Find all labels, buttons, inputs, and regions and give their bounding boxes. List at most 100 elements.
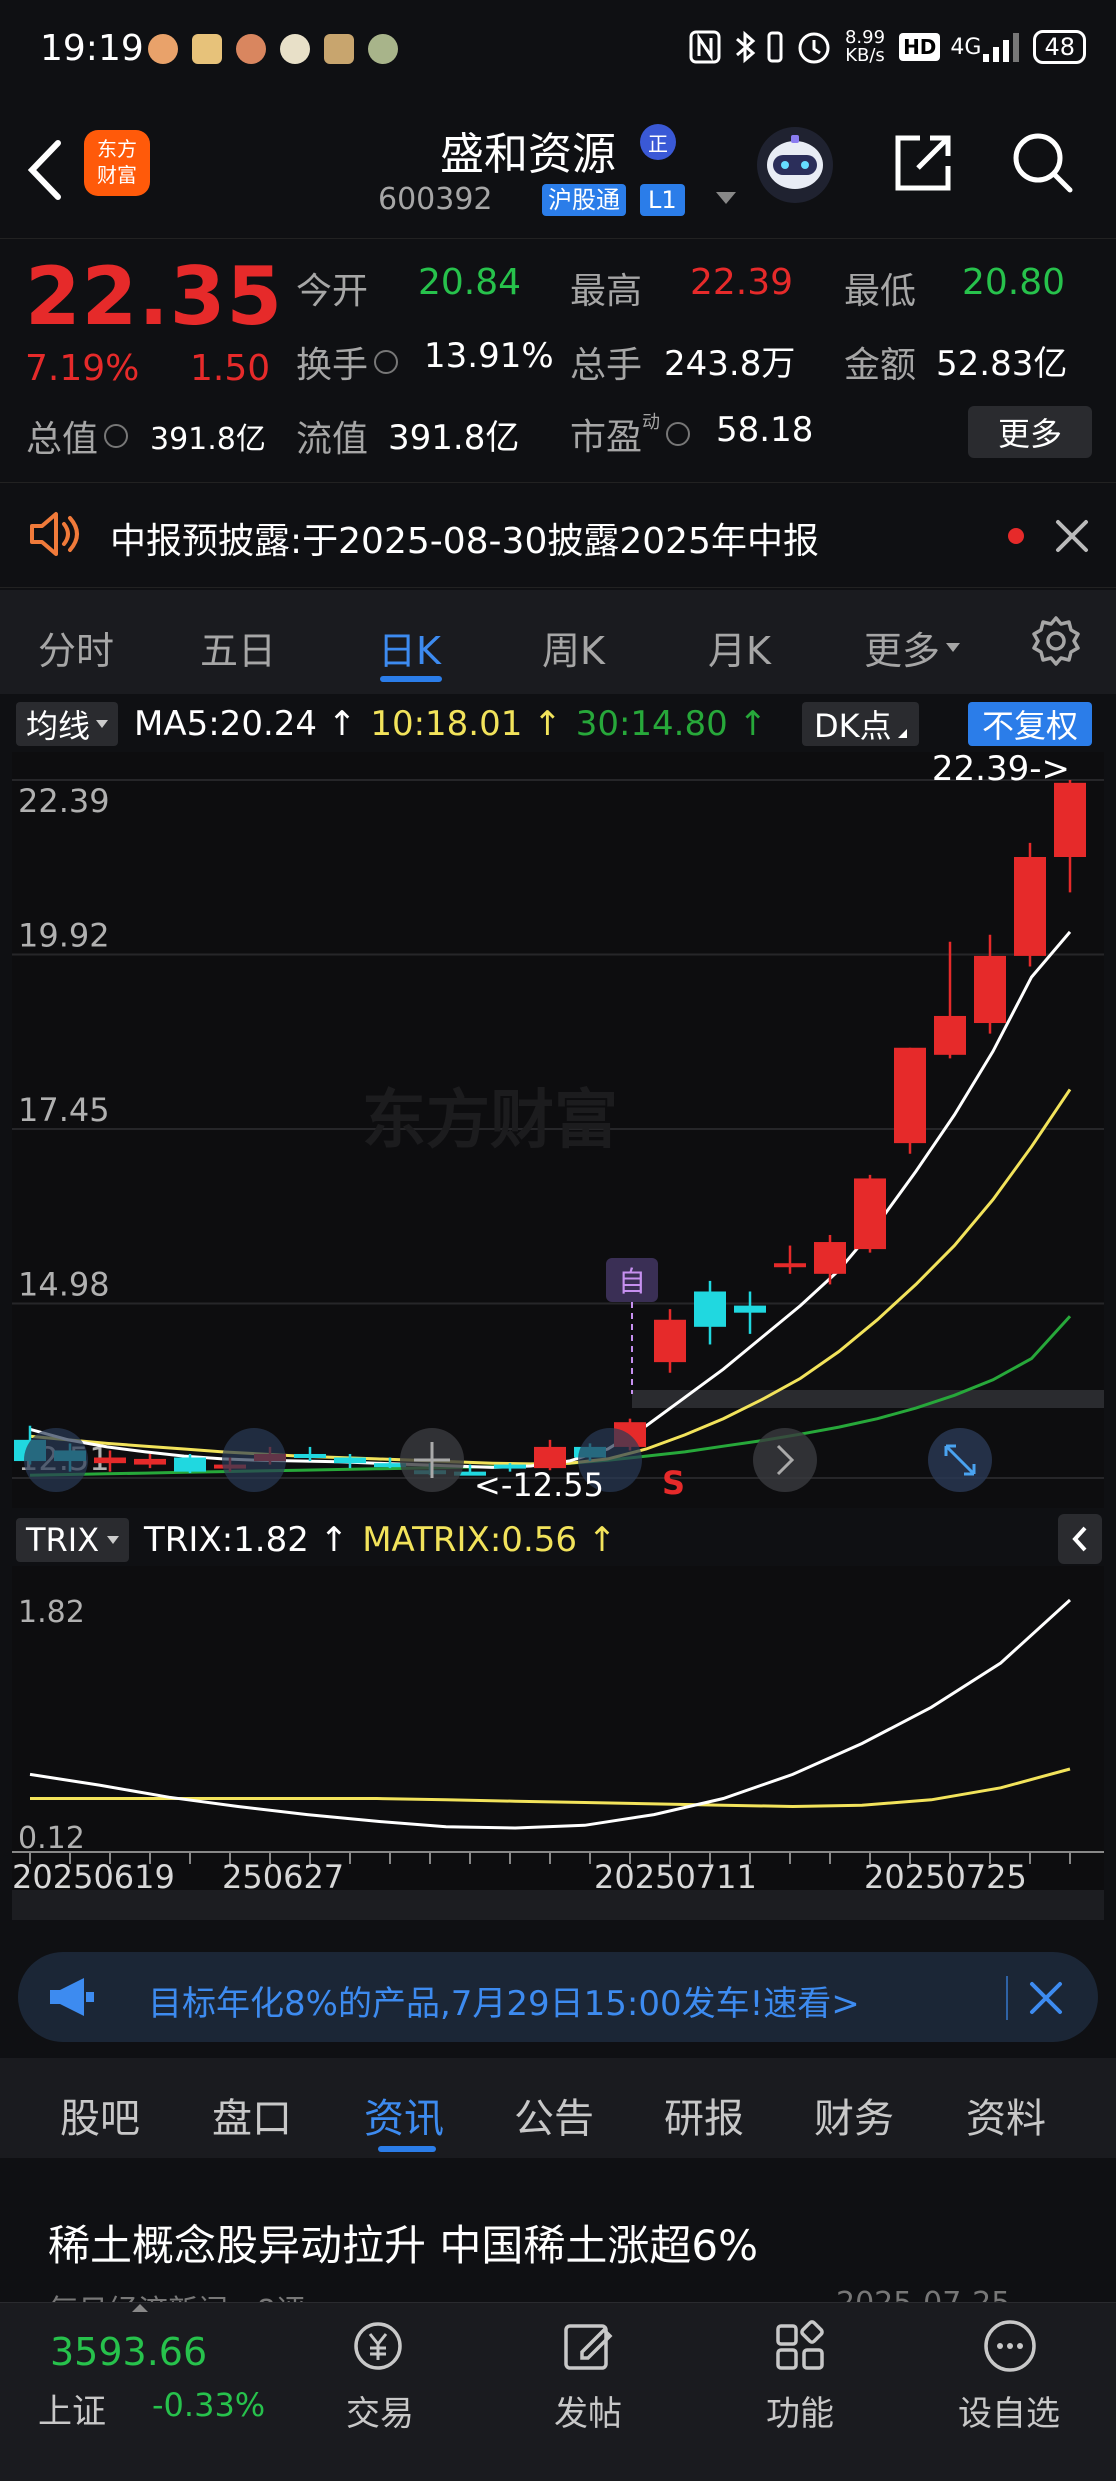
post-icon[interactable] [558,2316,618,2376]
hgt-tag: 沪股通 [542,184,626,216]
mktcap-label[interactable]: 总值 [26,410,134,462]
notification-app-icon [324,34,354,64]
ad-text[interactable]: 目标年化8%的产品,7月29日15:00发车!速看> [148,1976,860,2025]
change-percent: 7.19% [25,348,140,389]
logo-line2: 财富 [97,163,137,187]
candle-body [934,1015,966,1055]
trix-values: TRIX:1.82 ↑ MATRIX:0.56 ↑ [144,1518,616,1562]
low-label: 最低 [844,262,916,314]
tab-finance[interactable]: 财务 [814,2086,894,2144]
tab-five-day[interactable]: 五日 [200,620,276,675]
tab-more-label: 更多 [864,629,941,673]
indicator-select[interactable]: TRIX [16,1518,130,1562]
trix-chart[interactable]: 1.820.12 20250619 250627 20250711 20250725 [12,1566,1104,1986]
current-price: 22.35 [25,250,284,343]
notification-app-icon [236,34,266,64]
megaphone-icon [50,1978,94,2016]
volume-label: 总手 [570,336,642,388]
functions-icon[interactable] [770,2316,830,2376]
trade-icon[interactable] [348,2316,408,2376]
axis-label: 14.98 [18,1266,110,1304]
event-tag-text: 自 [618,1265,646,1298]
caret-down-icon [96,720,109,728]
gear-icon[interactable] [1030,614,1082,666]
tab-news[interactable]: 资讯 [364,2086,444,2144]
matrix-value: MATRIX:0.56 ↑ [362,1520,616,1560]
adjust-price-button[interactable]: 不复权 [968,702,1093,746]
chart-watermark: 东方财富 [362,1084,618,1158]
info-icon[interactable] [666,422,691,446]
more-quote-button[interactable]: 更多 [968,406,1092,458]
high-price-marker: 22.39-> [932,752,1070,789]
notification-app-icon [368,34,398,64]
chart-zoom-out-control[interactable] [222,1428,286,1492]
pe-label[interactable]: 市盈 动 [570,408,696,460]
mktcap-label-text: 总值 [26,419,99,460]
tab-pankou[interactable]: 盘口 [212,2086,292,2144]
close-icon[interactable] [1026,1978,1066,2018]
info-icon[interactable] [104,424,129,448]
trix-text: TRIX:1.82 [144,1520,309,1560]
tab-guba[interactable]: 股吧 [60,2086,140,2144]
index-change[interactable]: -0.33% [152,2386,265,2424]
ma30-text: 30:14.80 [575,704,728,744]
status-right-icons: 8.99 KB/s HD 4G 48 [689,28,1086,66]
ma-switch-select[interactable]: 均线 [16,702,119,746]
back-arrow-icon[interactable] [20,135,70,205]
status-notification-icons [148,34,412,64]
add-watchlist-icon[interactable] [980,2316,1040,2376]
chart-prev-control[interactable] [24,1428,88,1492]
tab-announcements[interactable]: 公告 [514,2086,594,2144]
nav-add-watchlist[interactable]: 设自选 [958,2386,1060,2435]
tab-research[interactable]: 研报 [664,2086,744,2144]
nav-trade[interactable]: 交易 [346,2386,414,2435]
nav-post[interactable]: 发帖 [554,2386,622,2435]
low-value: 20.80 [962,262,1066,303]
chart-scroll-bar[interactable] [12,1890,1104,1920]
amount-label: 金额 [844,336,916,388]
ma10-text: 10:18.01 [370,704,523,744]
candle-body [334,1457,366,1464]
collapse-indicator-button[interactable] [1058,1514,1102,1564]
logo-line1: 东方 [97,137,137,161]
stock-name[interactable]: 盛和资源 [440,118,616,182]
bluetooth-icon [735,30,756,64]
tab-monthly-k[interactable]: 月K [708,620,771,675]
stock-code[interactable]: 600392 [378,182,493,217]
chart-next-control[interactable] [753,1428,817,1492]
search-icon[interactable] [1010,130,1076,196]
kline-chart[interactable]: 东方财富 22.3919.9217.4514.9812.51 自 22.39->… [12,752,1104,1508]
active-tab-indicator [378,2146,436,2152]
tab-profile[interactable]: 资料 [966,2086,1046,2144]
robot-assistant-icon[interactable] [755,125,835,205]
chevron-left-icon [1072,1526,1087,1552]
nav-functions[interactable]: 功能 [766,2386,834,2435]
hd-badge: HD [899,33,941,61]
candle-body [94,1457,126,1464]
candle-body [974,955,1006,1024]
index-name[interactable]: 上证 [38,2384,106,2433]
tab-more[interactable]: 更多 [864,620,961,675]
tab-daily-k[interactable]: 日K [378,620,441,675]
ma5-value: MA5:20.24 ↑ [134,704,356,744]
caret-down-icon [946,643,961,652]
code-dropdown-icon[interactable] [716,192,736,204]
up-arrow-icon: ↑ [587,1520,617,1560]
ma10-value: 10:18.01 ↑ [370,704,561,744]
dk-point-button[interactable]: DK点 [802,702,919,746]
float-label: 流值 [296,410,368,462]
caret-down-icon [107,1536,120,1544]
close-icon[interactable] [1052,516,1092,556]
ma-switch-label: 均线 [26,707,91,745]
share-icon[interactable] [890,130,956,196]
info-icon[interactable] [374,350,399,374]
article-title[interactable]: 稀土概念股异动拉升 中国稀土涨超6% [48,2212,758,2273]
candle-body [694,1291,726,1327]
unread-dot [1008,528,1024,544]
turnover-label[interactable]: 换手 [296,336,404,388]
axis-label: 19.92 [18,917,110,955]
index-value[interactable]: 3593.66 [50,2330,207,2374]
notice-text[interactable]: 中报预披露:于2025-08-30披露2025年中报 [110,512,819,564]
tab-intraday[interactable]: 分时 [38,620,114,675]
tab-weekly-k[interactable]: 周K [542,620,605,675]
